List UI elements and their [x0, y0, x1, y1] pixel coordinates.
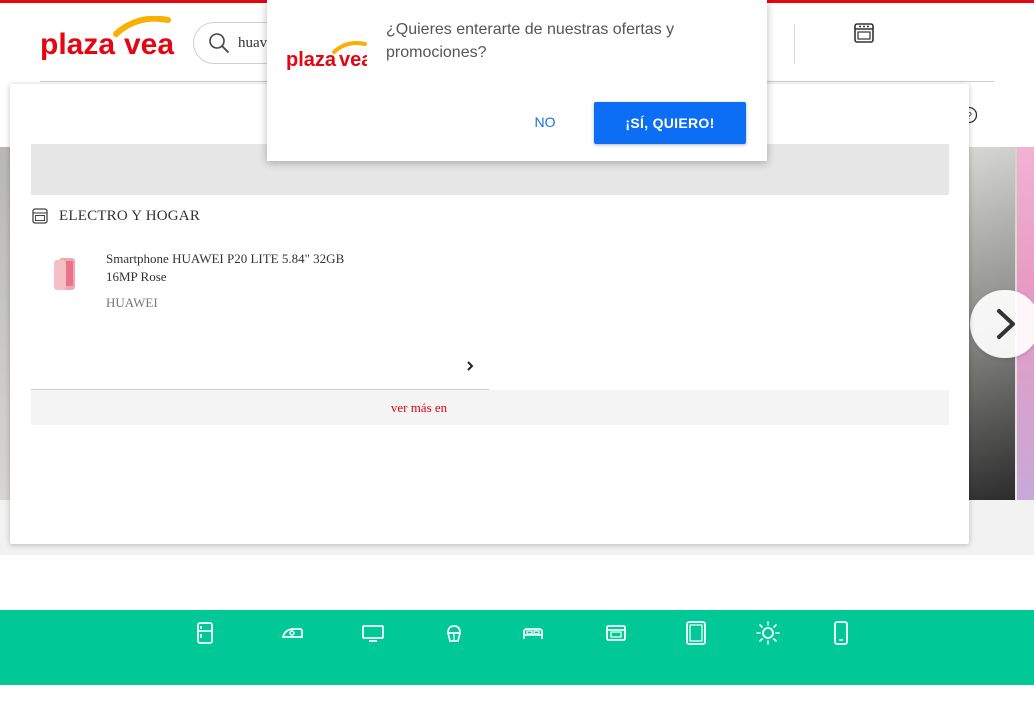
product-name[interactable]: Smartphone HUAWEI P20 LITE 5.84" 32GB 16…: [106, 250, 346, 286]
accept-button[interactable]: ¡SÍ, QUIERO!: [594, 102, 746, 144]
oven-icon[interactable]: [853, 22, 875, 44]
oven-icon: [32, 208, 48, 224]
search-query: huav: [238, 35, 268, 51]
svg-text:plaza: plaza: [40, 28, 115, 61]
category-bar: [0, 610, 1034, 685]
svg-text:vea: vea: [339, 49, 367, 71]
banner-next-button[interactable]: [970, 290, 1034, 358]
header-divider: [794, 24, 795, 64]
tablet-icon[interactable]: [684, 621, 708, 645]
bed-icon[interactable]: [521, 621, 545, 645]
svg-text:plaza: plaza: [286, 49, 337, 71]
suggestion-product[interactable]: Smartphone HUAWEI P20 LITE 5.84" 32GB 16…: [31, 244, 491, 334]
plazavea-logo: plaza vea: [286, 41, 367, 71]
product-brand: HUAWEI: [106, 295, 158, 310]
notification-permission-dialog: plaza vea ¿Quieres enterarte de nuestras…: [267, 0, 767, 161]
chevron-right-icon[interactable]: [465, 360, 475, 372]
see-more-label[interactable]: ver más en: [31, 400, 807, 416]
decline-button[interactable]: NO: [523, 102, 567, 142]
smartphone-icon[interactable]: [829, 621, 853, 645]
search-icon[interactable]: [208, 32, 230, 54]
oven-icon[interactable]: [604, 621, 628, 645]
category-label: ELECTRO Y HOGAR: [59, 207, 201, 224]
chevron-right-icon: [997, 309, 1015, 339]
plazavea-logo[interactable]: plaza vea: [38, 16, 178, 66]
cupcake-icon[interactable]: [442, 621, 466, 645]
sun-icon[interactable]: [756, 621, 780, 645]
product-image: [54, 258, 75, 290]
refrigerator-icon[interactable]: [193, 621, 217, 645]
tv-icon[interactable]: [361, 621, 385, 645]
iron-icon[interactable]: [280, 621, 304, 645]
see-more-link[interactable]: ver más en: [31, 390, 949, 425]
svg-text:vea: vea: [124, 28, 174, 61]
dialog-message: ¿Quieres enterarte de nuestras ofertas y…: [386, 21, 675, 61]
suggestion-category[interactable]: ELECTRO Y HOGAR: [31, 203, 200, 229]
